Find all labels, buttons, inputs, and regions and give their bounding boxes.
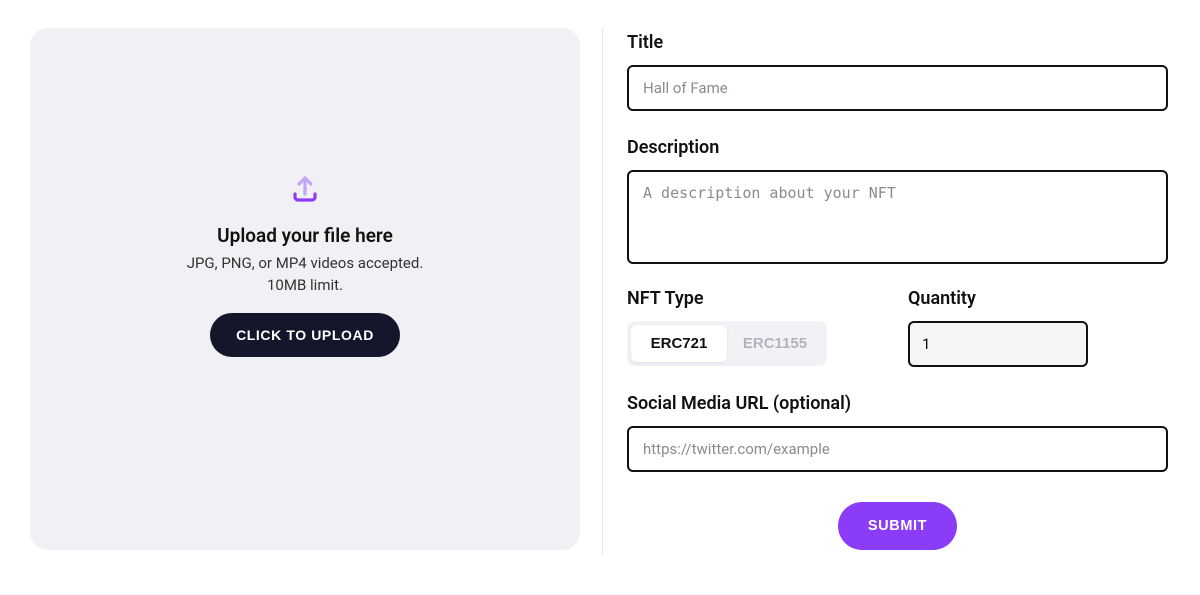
description-textarea[interactable] xyxy=(627,170,1168,264)
nft-type-label: NFT Type xyxy=(627,288,878,309)
social-label: Social Media URL (optional) xyxy=(627,393,1168,414)
upload-accepted-text: JPG, PNG, or MP4 videos accepted. xyxy=(187,253,424,275)
description-label: Description xyxy=(627,137,1168,158)
nft-type-erc1155[interactable]: ERC1155 xyxy=(727,325,823,362)
upload-limit-text: 10MB limit. xyxy=(267,275,343,297)
title-input[interactable] xyxy=(627,65,1168,111)
upload-title: Upload your file here xyxy=(217,224,393,247)
upload-icon xyxy=(285,168,325,212)
nft-type-erc721[interactable]: ERC721 xyxy=(631,325,727,362)
social-url-input[interactable] xyxy=(627,426,1168,472)
quantity-input[interactable] xyxy=(908,321,1088,367)
form-panel: Title Description NFT Type ERC721 ERC115… xyxy=(627,28,1170,595)
vertical-divider xyxy=(602,28,603,554)
upload-button[interactable]: CLICK TO UPLOAD xyxy=(210,313,400,357)
upload-panel: Upload your file here JPG, PNG, or MP4 v… xyxy=(30,28,580,550)
nft-type-segmented: ERC721 ERC1155 xyxy=(627,321,827,366)
submit-button[interactable]: SUBMIT xyxy=(838,502,957,550)
quantity-label: Quantity xyxy=(908,288,1168,309)
title-label: Title xyxy=(627,32,1168,53)
